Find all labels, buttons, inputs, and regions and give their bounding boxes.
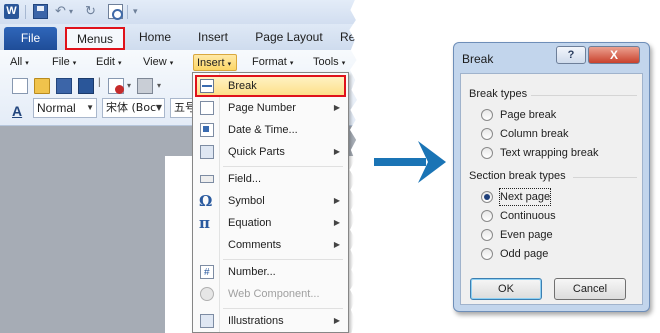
pi-icon: π <box>199 214 210 232</box>
toolbar-separator <box>25 5 26 19</box>
word-logo-icon[interactable]: W <box>4 4 19 19</box>
page-number-icon <box>200 101 214 115</box>
ribbon-tabs: File Menus Home Insert Page Layout Re <box>0 24 360 50</box>
menu-item-comments[interactable]: Comments ▶ <box>195 234 346 256</box>
radio-button[interactable] <box>481 210 493 222</box>
dialog-body: Break types Page break Column break Text… <box>460 73 643 305</box>
insert-menu: Break Page Number ▶ Date & Time... Quick… <box>192 72 349 333</box>
menu-item-field[interactable]: Field... <box>195 168 346 190</box>
close-button[interactable]: X <box>588 46 640 64</box>
open-folder-icon[interactable] <box>34 78 50 94</box>
submenu-arrow-icon: ▶ <box>333 147 340 156</box>
chevron-down-icon: ▼ <box>155 103 162 112</box>
submenu-arrow-icon: ▶ <box>333 196 340 205</box>
ok-button[interactable]: OK <box>470 278 542 300</box>
undo-icon[interactable]: ↶ <box>55 3 66 19</box>
submenu-arrow-icon: ▶ <box>333 316 340 325</box>
page-break-icon <box>200 79 214 93</box>
globe-icon <box>200 287 214 301</box>
section-break-types-label: Section break types <box>469 170 566 182</box>
menubar-file[interactable]: File ▾ <box>52 54 76 71</box>
tab-page-layout[interactable]: Page Layout <box>248 27 330 50</box>
omega-icon: Ω <box>199 192 213 210</box>
menu-item-symbol[interactable]: Ω Symbol ▶ <box>195 190 346 212</box>
menu-separator <box>223 308 343 309</box>
right-arrow-icon <box>374 141 446 183</box>
redo-icon[interactable]: ↻ <box>85 3 96 19</box>
menu-separator <box>223 166 343 167</box>
menu-item-equation[interactable]: π Equation ▶ <box>195 212 346 234</box>
style-combobox[interactable]: Normal ▼ <box>33 98 97 118</box>
menubar-view[interactable]: View ▾ <box>143 54 173 71</box>
number-icon <box>200 262 214 284</box>
styles-icon[interactable]: A <box>12 103 22 119</box>
chevron-down-icon: ▼ <box>86 103 94 112</box>
menu-item-quick-parts[interactable]: Quick Parts ▶ <box>195 141 346 163</box>
customize-qat-icon[interactable]: ▾ <box>133 6 138 17</box>
menu-item-break[interactable]: Break <box>195 75 346 97</box>
menu-item-illustrations[interactable]: Illustrations ▶ <box>195 310 346 332</box>
group-divider <box>573 177 637 178</box>
radio-button-selected[interactable] <box>481 191 493 203</box>
break-dialog: Break ? X Break types Page break Column … <box>453 42 650 312</box>
print-dropdown-icon[interactable]: ▾ <box>157 81 161 90</box>
menu-item-date-time[interactable]: Date & Time... <box>195 119 346 141</box>
quick-parts-icon <box>200 145 214 159</box>
radio-button[interactable] <box>481 229 493 241</box>
save-as-word-icon[interactable] <box>78 78 94 94</box>
menu-separator <box>223 259 343 260</box>
save-icon[interactable] <box>33 4 48 19</box>
tab-home[interactable]: Home <box>132 27 178 50</box>
submenu-arrow-icon: ▶ <box>333 103 340 112</box>
word-window: W ↶ ▾ ↻ ▾ File Menus Home Insert Page La… <box>0 0 360 333</box>
toolbar-separator <box>127 5 128 19</box>
cancel-button[interactable]: Cancel <box>554 278 626 300</box>
menubar-format[interactable]: Format ▾ <box>252 54 293 71</box>
font-combobox[interactable]: 宋体 (Boc ▼ <box>102 98 165 118</box>
calendar-icon <box>200 123 214 137</box>
new-document-icon[interactable] <box>12 78 28 94</box>
field-icon <box>200 175 214 183</box>
tab-menus[interactable]: Menus <box>65 27 125 50</box>
menubar-tools[interactable]: Tools ▾ <box>313 54 345 71</box>
break-types-label: Break types <box>469 88 528 100</box>
tab-file[interactable]: File <box>4 27 57 50</box>
tab-insert[interactable]: Insert <box>188 27 238 50</box>
export-pdf-icon[interactable] <box>108 78 124 94</box>
submenu-arrow-icon: ▶ <box>333 218 340 227</box>
pdf-dropdown-icon[interactable]: ▾ <box>127 81 131 90</box>
menubar-all[interactable]: All ▾ <box>10 54 29 71</box>
toolbar-separator: | <box>98 77 101 88</box>
quick-access-toolbar: W ↶ ▾ ↻ ▾ <box>0 0 360 24</box>
print-preview-icon[interactable] <box>108 4 123 20</box>
save-icon[interactable] <box>56 78 72 94</box>
radio-button[interactable] <box>481 248 493 260</box>
menu-item-web-component: Web Component... <box>195 283 346 305</box>
menu-item-number[interactable]: Number... <box>195 261 346 284</box>
dialog-title: Break <box>462 52 494 66</box>
undo-dropdown-icon[interactable]: ▾ <box>69 7 73 16</box>
group-divider <box>531 95 637 96</box>
radio-button[interactable] <box>481 109 493 121</box>
menubar-edit[interactable]: Edit ▾ <box>96 54 122 71</box>
submenu-arrow-icon: ▶ <box>333 240 340 249</box>
print-icon[interactable] <box>137 78 153 94</box>
menu-item-page-number[interactable]: Page Number ▶ <box>195 97 346 119</box>
help-button[interactable]: ? <box>556 46 586 64</box>
illustrations-icon <box>200 314 214 328</box>
radio-button[interactable] <box>481 147 493 159</box>
radio-button[interactable] <box>481 128 493 140</box>
menubar-insert[interactable]: Insert ▾ <box>193 54 237 71</box>
